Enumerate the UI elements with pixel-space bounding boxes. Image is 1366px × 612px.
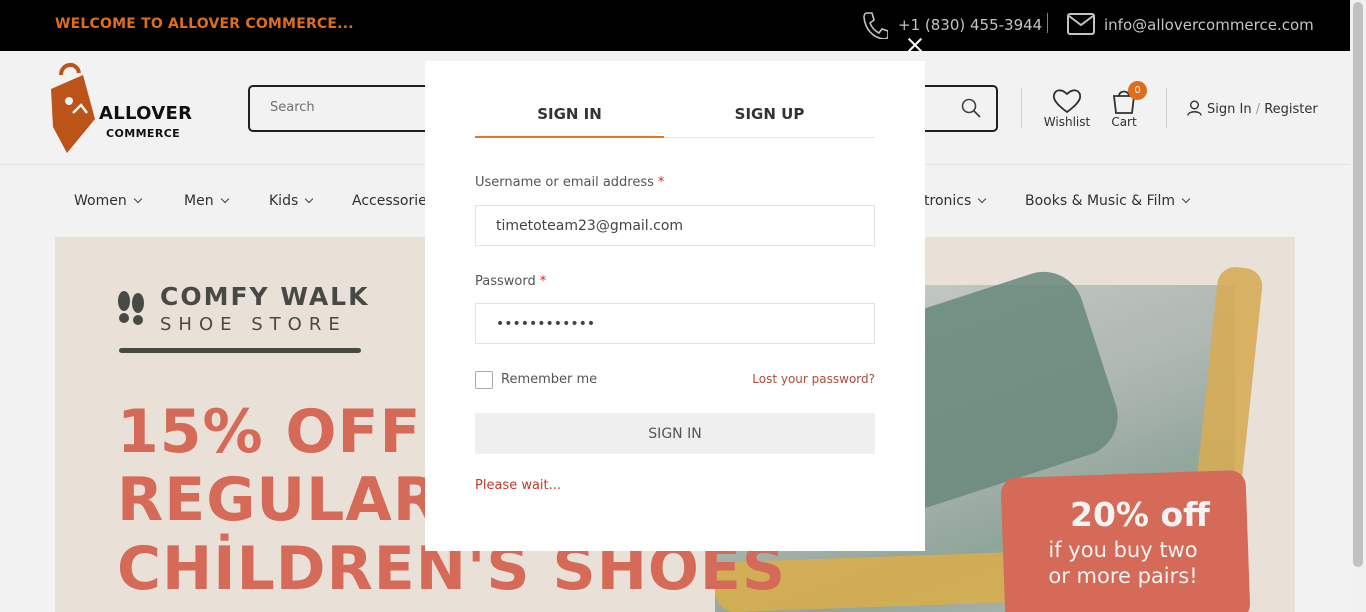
tab-sign-up[interactable]: SIGN UP [675,105,864,138]
username-field[interactable] [475,205,875,246]
password-field[interactable] [475,303,875,344]
close-icon[interactable] [905,35,925,55]
required-mark: * [539,274,547,289]
password-label: Password * [475,274,547,289]
lost-password-link[interactable]: Lost your password? [752,372,875,386]
scrollbar-thumb[interactable] [1353,2,1363,567]
remember-me-label[interactable]: Remember me [501,372,597,387]
sign-in-button[interactable]: SIGN IN [475,413,875,454]
tab-sign-in[interactable]: SIGN IN [475,105,664,138]
required-mark: * [657,175,665,190]
page: WELCOME TO ALLOVER COMMERCE... +1 (830) … [0,0,1350,612]
page-scrollbar[interactable] [1350,0,1366,612]
remember-me-checkbox[interactable] [475,371,493,389]
username-label: Username or email address * [475,175,665,190]
status-message: Please wait... [475,478,562,493]
login-modal: SIGN IN SIGN UP Username or email addres… [425,61,925,551]
auth-tabs: SIGN IN SIGN UP [475,93,875,138]
